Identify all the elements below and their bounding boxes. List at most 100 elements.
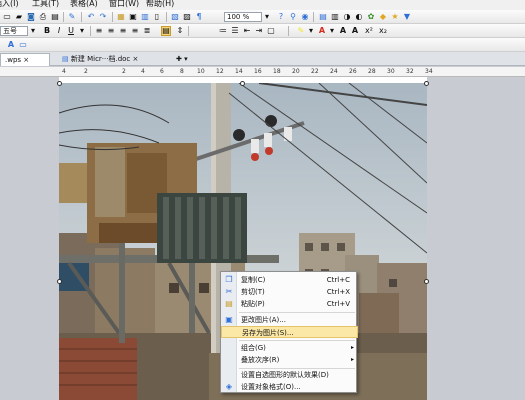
clipart-icon[interactable]: ✿ — [366, 12, 376, 22]
shrink-font-icon[interactable]: A — [350, 26, 360, 36]
ruler-number: 4 — [62, 68, 66, 75]
align-left-icon[interactable]: ≡ — [94, 26, 104, 36]
layout-icon[interactable]: ▤ — [318, 12, 328, 22]
font-color-dropdown-icon[interactable]: ▾ — [327, 26, 337, 36]
menu-item-format-object[interactable]: ◈ 设置对象格式(O)... — [221, 381, 358, 393]
resize-handle-ne[interactable] — [424, 81, 429, 86]
ruler-number: 12 — [216, 68, 224, 75]
contrast-icon[interactable]: ◐ — [354, 12, 364, 22]
border-icon[interactable]: ▢ — [266, 26, 276, 36]
web-icon[interactable]: ◉ — [300, 12, 310, 22]
decrease-indent-icon[interactable]: ⇤ — [242, 26, 252, 36]
submenu-arrow-icon: ▸ — [350, 356, 354, 363]
open-icon[interactable]: ▰ — [14, 12, 24, 22]
insert-picture-icon[interactable]: ▣ — [128, 12, 138, 22]
zoom-dropdown-icon[interactable]: ▾ — [262, 12, 272, 22]
grow-font-icon[interactable]: A — [338, 26, 348, 36]
shapes-icon[interactable]: ◑ — [342, 12, 352, 22]
zoom-select[interactable]: 100 % — [224, 12, 262, 22]
resize-handle-e[interactable] — [424, 279, 429, 284]
ruler-number: 14 — [235, 68, 243, 75]
ruler-number: 10 — [197, 68, 205, 75]
new-document-icon[interactable]: ▭ — [2, 12, 12, 22]
insert-table-icon[interactable]: ▦ — [116, 12, 126, 22]
menu-item-save-as-picture[interactable]: 另存为图片(S)... — [221, 326, 358, 338]
align-center-icon[interactable]: ≡ — [106, 26, 116, 36]
submenu-arrow-icon: ▸ — [350, 344, 354, 351]
ruler-number: 2 — [122, 68, 126, 75]
options-icon[interactable]: ▼ — [402, 12, 412, 22]
find-icon[interactable]: ⚲ — [288, 12, 298, 22]
highlighter-dropdown-icon[interactable]: ▾ — [306, 26, 316, 36]
insert-chart-icon[interactable]: ▥ — [140, 12, 150, 22]
menu-tools[interactable]: 工具(T) — [32, 0, 59, 9]
show-hide-icon[interactable]: ¶ — [194, 12, 204, 22]
resize-handle-n[interactable] — [240, 81, 245, 86]
text-style-icon[interactable]: A — [6, 40, 16, 50]
redo-icon[interactable]: ↷ — [98, 12, 108, 22]
menu-item-paste[interactable]: ▤ 粘贴(P) Ctrl+V — [221, 298, 358, 310]
menu-bar: 插入(I) 工具(T) 表格(A) 窗口(W) 帮助(H) — [0, 0, 525, 10]
ruler-number: 32 — [406, 68, 414, 75]
bullets-icon[interactable]: ☰ — [230, 26, 240, 36]
menu-item-default-shape-effect[interactable]: 设置自选图形的默认效果(D) — [221, 369, 358, 381]
distribute-icon[interactable]: ≣ — [142, 26, 152, 36]
menu-window[interactable]: 窗口(W) — [109, 0, 139, 9]
subscript-icon[interactable]: x₂ — [378, 26, 388, 36]
align-right-icon[interactable]: ≡ — [118, 26, 128, 36]
ruler-number: 20 — [292, 68, 300, 75]
columns-icon[interactable]: ▯ — [152, 12, 162, 22]
wrap-text-button[interactable]: ▤ — [161, 26, 171, 36]
change-picture-icon: ▣ — [225, 315, 233, 324]
font-size-select[interactable]: 五号 — [0, 26, 28, 36]
new-tab-button[interactable]: ✚ ▾ — [172, 53, 194, 66]
tab-new-doc[interactable]: ▤ 新建 Micr···档.doc × — [58, 53, 158, 66]
print-icon[interactable]: ⎙ — [38, 12, 48, 22]
drawing-icon[interactable]: ▧ — [170, 12, 180, 22]
print-preview-icon[interactable]: ▤ — [50, 12, 60, 22]
extra-toolbar: A ▭ — [0, 38, 525, 52]
smartart-icon[interactable]: ◆ — [378, 12, 388, 22]
save-icon[interactable]: ◙ — [26, 12, 36, 22]
standard-toolbar: ▭ ▰ ◙ ⎙ ▤ ✎ ↶ ↷ ▦ ▣ ▥ ▯ ▧ ▨ ¶ 100 % ▾ ? … — [0, 10, 525, 24]
star-icon[interactable]: ★ — [390, 12, 400, 22]
text-box-icon[interactable]: ▭ — [18, 40, 28, 50]
menu-table[interactable]: 表格(A) — [70, 0, 98, 9]
ruler-number: 22 — [311, 68, 319, 75]
bold-button[interactable]: B — [42, 26, 52, 36]
ruler-number: 26 — [349, 68, 357, 75]
document-map-icon[interactable]: ▨ — [182, 12, 192, 22]
numbering-icon[interactable]: ≔ — [218, 26, 228, 36]
ruler-number: 8 — [180, 68, 184, 75]
resize-handle-w[interactable] — [57, 279, 62, 284]
font-color-button[interactable]: A — [317, 26, 327, 36]
format-toolbar: 五号 ▾ B I U ▾ ≡ ≡ ≡ ≡ ≣ ▤ ⇕ ≔ ☰ ⇤ ⇥ ▢ ✎ ▾… — [0, 24, 525, 38]
menu-item-group[interactable]: 组合(G) ▸ — [221, 342, 358, 354]
template-icon[interactable]: ▥ — [330, 12, 340, 22]
menu-item-order[interactable]: 叠放次序(R) ▸ — [221, 354, 358, 366]
justify-icon[interactable]: ≡ — [130, 26, 140, 36]
tab-wps-document[interactable]: .wps × — [0, 53, 50, 66]
tab-new-doc-label: 新建 Micr···档.doc × — [70, 55, 139, 63]
underline-button[interactable]: U — [66, 26, 76, 36]
underline-dropdown-icon[interactable]: ▾ — [77, 26, 87, 36]
menu-item-cut[interactable]: ✂ 剪切(T) Ctrl+X — [221, 286, 358, 298]
format-painter-icon[interactable]: ✎ — [67, 12, 77, 22]
italic-button[interactable]: I — [54, 26, 64, 36]
menu-item-copy[interactable]: ❐ 复制(C) Ctrl+C — [221, 274, 358, 286]
menu-help[interactable]: 帮助(H) — [146, 0, 174, 9]
menu-item-change-picture[interactable]: ▣ 更改图片(A)... — [221, 314, 358, 326]
horizontal-ruler[interactable]: 4 2 2 4 6 8 10 12 14 16 18 20 22 24 26 2… — [0, 67, 525, 77]
line-spacing-icon[interactable]: ⇕ — [175, 26, 185, 36]
help-icon[interactable]: ? — [276, 12, 286, 22]
format-object-icon: ◈ — [225, 382, 233, 391]
superscript-icon[interactable]: x² — [364, 26, 374, 36]
undo-icon[interactable]: ↶ — [86, 12, 96, 22]
resize-handle-nw[interactable] — [57, 81, 62, 86]
menu-insert[interactable]: 插入(I) — [0, 0, 19, 9]
ruler-number: 30 — [387, 68, 395, 75]
increase-indent-icon[interactable]: ⇥ — [254, 26, 264, 36]
highlighter-icon[interactable]: ✎ — [296, 26, 306, 36]
doc-file-icon: ▤ — [62, 55, 69, 63]
font-size-dropdown-icon[interactable]: ▾ — [28, 26, 38, 36]
